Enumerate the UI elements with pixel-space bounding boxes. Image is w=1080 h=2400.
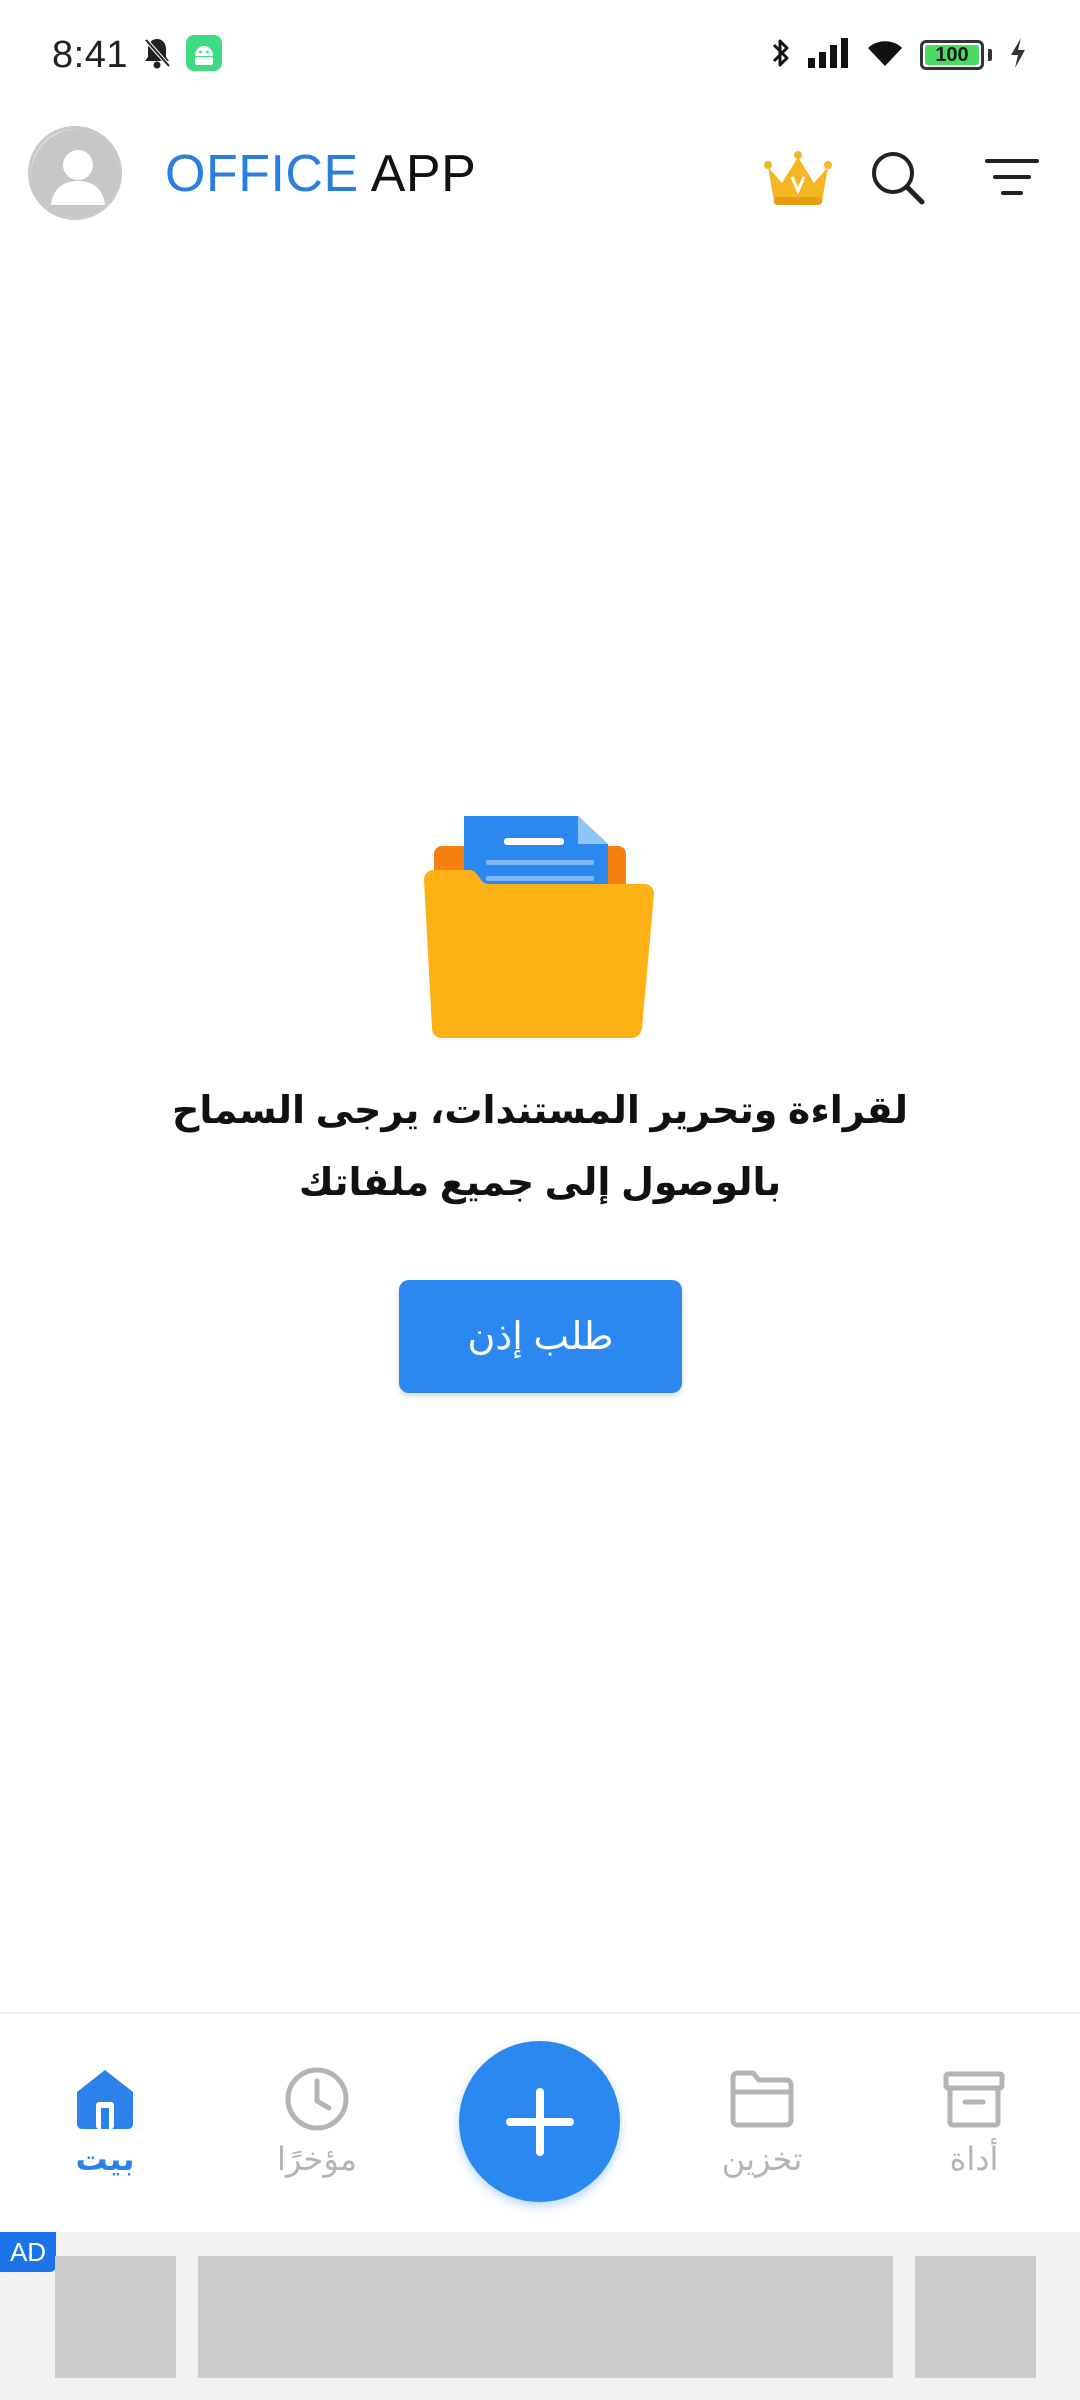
archive-box-icon: [939, 2064, 1009, 2134]
status-left: 8:41: [52, 34, 222, 77]
folder-documents-icon: [418, 810, 662, 1040]
ad-placeholder-center[interactable]: [198, 2256, 893, 2378]
folder-icon: [727, 2064, 797, 2134]
nav-label-storage: تخزين: [721, 2141, 803, 2177]
nav-item-tools[interactable]: أداة: [874, 2014, 1074, 2214]
crown-icon[interactable]: [760, 140, 836, 216]
signal-icon: [808, 37, 850, 73]
add-button[interactable]: [459, 2041, 620, 2202]
app-title-app: APP: [370, 145, 477, 203]
muted-bell-icon: [142, 36, 172, 75]
avatar-icon: [31, 129, 119, 217]
bottom-nav: بيت مؤخرًا تخزين أداة: [0, 2012, 1080, 2232]
wifi-icon: [866, 38, 904, 73]
ad-placeholder-right[interactable]: [915, 2256, 1036, 2378]
plus-icon: [505, 2087, 574, 2156]
office-app-home-screen: 8:41 100 OFFICE APP لقراءة وتحرير المستن…: [0, 0, 1080, 2400]
nav-item-storage[interactable]: تخزين: [662, 2014, 862, 2214]
battery-level: 100: [935, 43, 969, 66]
battery-cap: [988, 49, 992, 61]
ad-placeholder-left[interactable]: [55, 2256, 176, 2378]
home-icon: [70, 2064, 140, 2134]
app-title: OFFICE APP: [165, 144, 476, 204]
nav-label-recent: مؤخرًا: [277, 2141, 357, 2177]
permission-message: لقراءة وتحرير المستندات، يرجى السماح بال…: [171, 1090, 909, 1204]
nav-item-recent[interactable]: مؤخرًا: [217, 2014, 417, 2214]
status-right: 100: [770, 36, 1028, 75]
filter-icon[interactable]: [974, 140, 1050, 216]
status-bar: 8:41 100: [0, 0, 1080, 110]
nav-label-tools: أداة: [949, 2141, 999, 2177]
app-bar: OFFICE APP: [0, 110, 1080, 240]
battery-icon: 100: [920, 40, 984, 70]
status-time: 8:41: [52, 33, 128, 76]
nav-label-home: بيت: [75, 2141, 135, 2177]
ad-badge: AD: [0, 2232, 56, 2272]
nav-item-home[interactable]: بيت: [5, 2014, 205, 2214]
request-permission-button[interactable]: طلب إذن: [399, 1280, 682, 1393]
search-icon[interactable]: [860, 140, 936, 216]
app-title-office: OFFICE: [165, 145, 359, 203]
charging-icon: [1008, 37, 1028, 74]
avatar[interactable]: [28, 126, 122, 220]
ad-banner[interactable]: AD: [0, 2232, 1080, 2400]
android-icon: [185, 34, 222, 76]
bluetooth-icon: [770, 36, 792, 75]
clock-icon: [282, 2064, 352, 2134]
